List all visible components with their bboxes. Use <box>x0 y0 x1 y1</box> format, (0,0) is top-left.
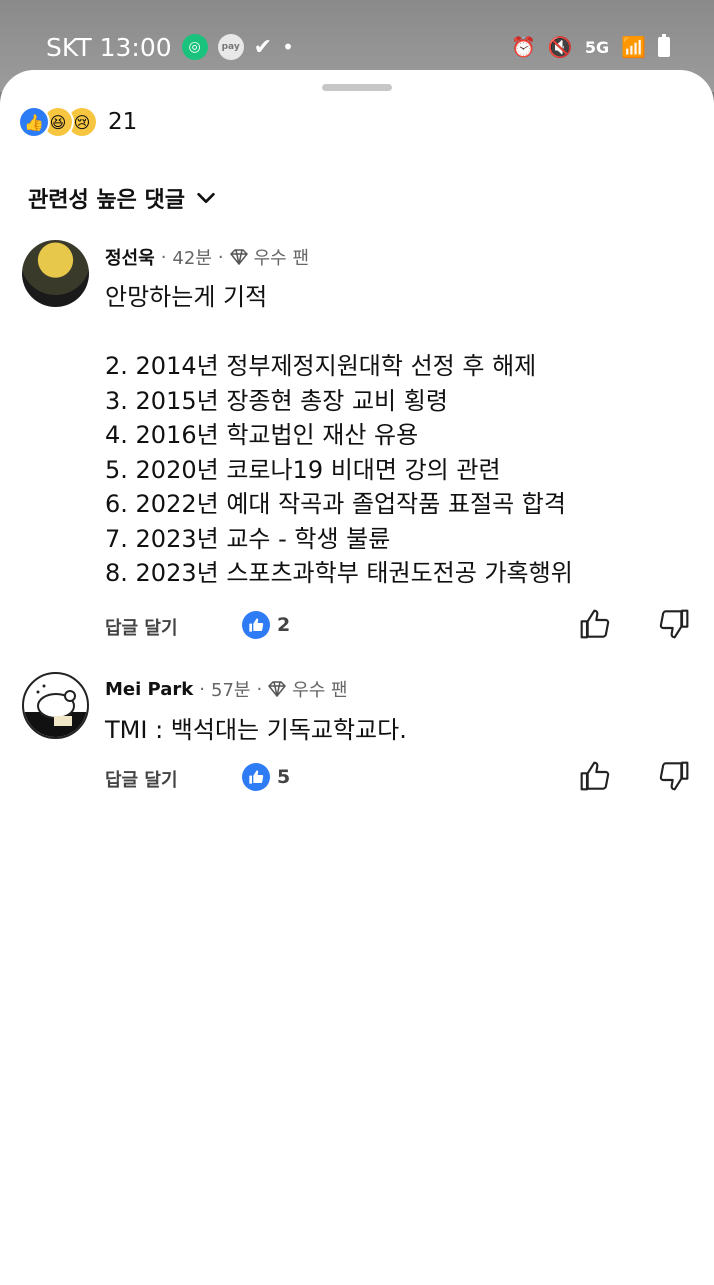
sort-dropdown[interactable]: 관련성 높은 댓글 <box>28 182 217 214</box>
sort-label: 관련성 높은 댓글 <box>28 188 185 213</box>
separator-dot: · <box>199 678 205 700</box>
like-icon: 👍 <box>18 106 50 138</box>
comment-text: TMI : 백석대는 기독교학교다. <box>105 716 407 744</box>
like-count: 5 <box>277 766 291 788</box>
comment-text: 안망하는게 기적 2. 2014년 정부제정지원대학 선정 후 해제 3. 20… <box>105 283 573 587</box>
carrier-label: SKT <box>46 32 92 62</box>
status-right: ⏰ 🔇 5G 📶 <box>511 32 670 62</box>
diamond-icon <box>229 249 248 265</box>
fan-badge: 우수 팬 <box>292 680 348 701</box>
comment-time: 42분 <box>172 248 212 269</box>
reply-button[interactable]: 답글 달기 <box>105 766 178 792</box>
mute-icon: 🔇 <box>547 35 573 59</box>
comment-actions: 답글 달기 5 <box>105 760 695 800</box>
signal-icon: 📶 <box>621 35 646 59</box>
comment-time: 57분 <box>211 680 251 701</box>
pay-icon-label: pay <box>221 42 240 52</box>
thumbs-up-icon[interactable] <box>579 608 611 640</box>
separator-dot: · <box>217 246 224 268</box>
comments-sheet: 👍 😆 😢 21 관련성 높은 댓글 정선욱 · 42분 · 우수 팬 안망하는… <box>0 70 714 1285</box>
diamond-icon <box>268 681 287 697</box>
like-badge-icon <box>242 763 270 791</box>
fan-badge: 우수 팬 <box>253 248 310 269</box>
pay-icon: pay <box>217 34 244 60</box>
comment-meta: Mei Park · 57분 · 우수 팬 <box>105 676 348 702</box>
comment-author[interactable]: Mei Park <box>105 679 193 700</box>
battery-icon <box>658 34 670 57</box>
like-badge-icon <box>242 611 270 639</box>
status-left: SKT 13:00 ◎ pay ✔ • <box>46 30 294 64</box>
comment-actions: 답글 달기 2 <box>105 608 695 648</box>
comment-author[interactable]: 정선욱 <box>105 244 155 270</box>
avatar-image <box>24 684 87 737</box>
chevron-down-icon <box>197 192 215 204</box>
network-label: 5G <box>584 37 610 57</box>
thumbs-up-icon[interactable] <box>579 760 611 792</box>
thumbs-down-icon[interactable] <box>658 608 690 640</box>
clock: 13:00 <box>99 32 172 62</box>
avatar[interactable] <box>22 672 89 739</box>
reaction-count: 21 <box>108 109 138 135</box>
reply-button[interactable]: 답글 달기 <box>105 614 178 640</box>
check-icon: ✔ <box>253 34 273 60</box>
reaction-summary[interactable]: 👍 😆 😢 21 <box>18 106 137 138</box>
avatar[interactable] <box>22 240 89 307</box>
separator-dot: · <box>256 678 263 700</box>
like-count: 2 <box>277 614 291 636</box>
separator-dot: · <box>160 246 167 268</box>
alarm-icon: ⏰ <box>511 35 536 59</box>
notification-dot-icon: • <box>282 35 294 59</box>
naver-app-icon: ◎ <box>181 34 208 60</box>
thumbs-down-icon[interactable] <box>658 760 690 792</box>
comment-meta: 정선욱 · 42분 · 우수 팬 <box>105 244 309 270</box>
drag-handle[interactable] <box>322 84 392 91</box>
